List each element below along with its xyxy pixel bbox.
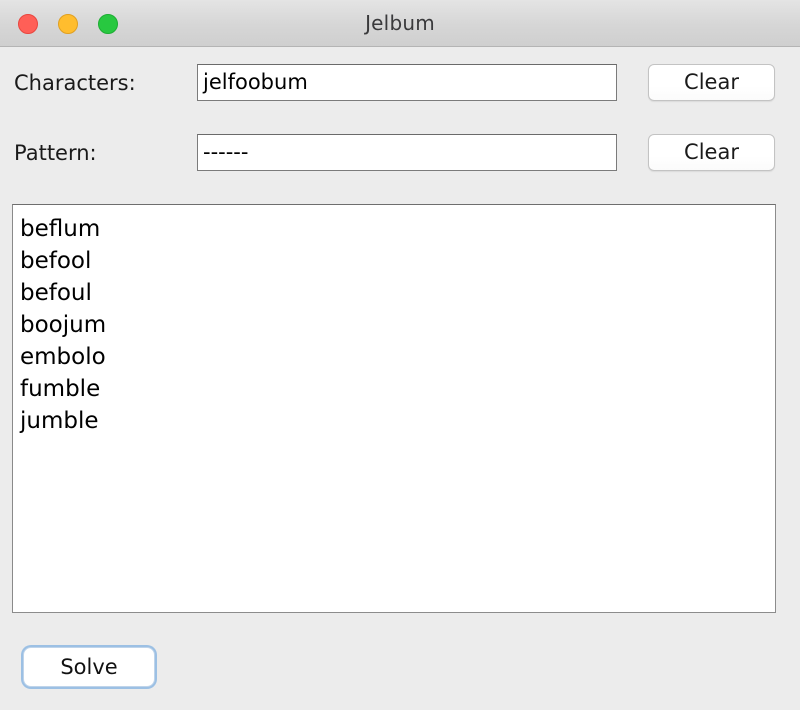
list-item[interactable]: embolo xyxy=(20,341,775,373)
clear-characters-button[interactable]: Clear xyxy=(648,64,775,101)
list-item[interactable]: beflum xyxy=(20,213,775,245)
title-bar: Jelbum xyxy=(0,0,800,47)
solve-button[interactable]: Solve xyxy=(23,647,155,687)
list-item[interactable]: boojum xyxy=(20,309,775,341)
list-item[interactable]: befoul xyxy=(20,277,775,309)
characters-row: Characters: jelfoobum Clear xyxy=(0,64,800,102)
pattern-input[interactable]: ------ xyxy=(197,134,617,171)
characters-label: Characters: xyxy=(14,64,136,102)
results-list[interactable]: beflum befool befoul boojum embolo fumbl… xyxy=(12,204,776,613)
pattern-row: Pattern: ------ Clear xyxy=(0,134,800,172)
pattern-label: Pattern: xyxy=(14,134,97,172)
characters-input[interactable]: jelfoobum xyxy=(197,64,617,101)
window-title: Jelbum xyxy=(0,0,800,46)
list-item[interactable]: befool xyxy=(20,245,775,277)
list-item[interactable]: fumble xyxy=(20,373,775,405)
clear-pattern-button[interactable]: Clear xyxy=(648,134,775,171)
list-item[interactable]: jumble xyxy=(20,405,775,437)
